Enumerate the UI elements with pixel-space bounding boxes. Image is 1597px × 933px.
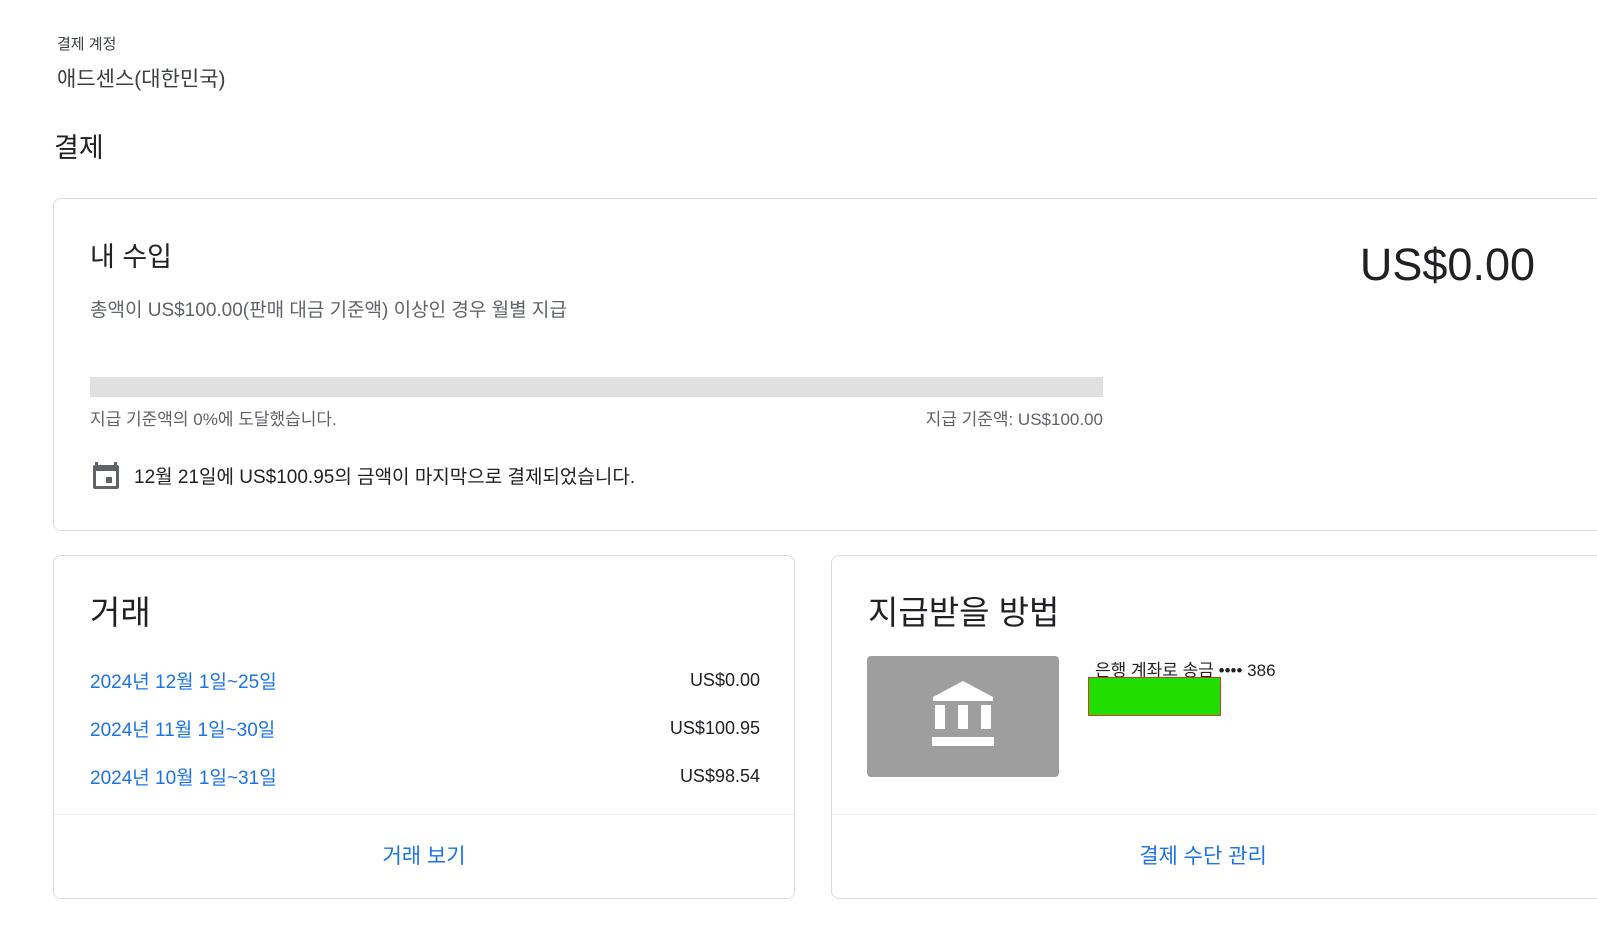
transactions-card: 거래 2024년 12월 1일~25일 US$0.00 2024년 11월 1일… [53,555,795,899]
transaction-amount: US$100.95 [669,717,760,738]
earnings-card: 내 수입 총액이 US$100.00(판매 대금 기준액) 이상인 경우 월별 … [53,198,1597,531]
view-transactions-button[interactable]: 거래 보기 [54,840,794,870]
card-divider [54,814,794,815]
transactions-title: 거래 [90,594,151,631]
payment-threshold-text: 지급 기준액: US$100.00 [925,410,1103,429]
manage-payment-methods-button[interactable]: 결제 수단 관리 [832,840,1574,870]
transaction-amount: US$98.54 [679,765,760,786]
bank-icon [931,681,995,752]
calendar-icon [90,459,122,491]
transaction-period-link[interactable]: 2024년 12월 1일~25일 [90,667,277,694]
transaction-row: 2024년 12월 1일~25일 US$0.00 [90,665,760,695]
payment-method-card: 지급받을 방법 은행 계좌로 송금 •••• 386 결제 수단 관리 [831,555,1597,899]
account-label: 결제 계정 [57,36,117,53]
transaction-period-link[interactable]: 2024년 10월 1일~31일 [90,763,277,790]
earnings-description: 총액이 US$100.00(판매 대금 기준액) 이상인 경우 월별 지급 [90,300,567,321]
bank-tile [867,656,1059,777]
page-title: 결제 [54,133,104,163]
earnings-title: 내 수입 [90,242,173,272]
last-payment-text: 12월 21일에 US$100.95의 금액이 마지막으로 결제되었습니다. [134,466,636,488]
earnings-balance: US$0.00 [1359,239,1535,290]
transaction-row: 2024년 11월 1일~30일 US$100.95 [90,713,760,743]
payment-threshold-progress-bar [90,377,1103,397]
card-divider [832,814,1597,815]
transaction-row: 2024년 10월 1일~31일 US$98.54 [90,761,760,791]
transaction-amount: US$0.00 [689,669,760,690]
last-payment-row: 12월 21일에 US$100.95의 금액이 마지막으로 결제되었습니다. [90,459,635,491]
account-name: 애드센스(대한민국) [57,68,226,91]
redacted-account-box [1088,677,1221,716]
payment-method-title: 지급받을 방법 [868,594,1060,631]
transaction-period-link[interactable]: 2024년 11월 1일~30일 [90,715,275,742]
